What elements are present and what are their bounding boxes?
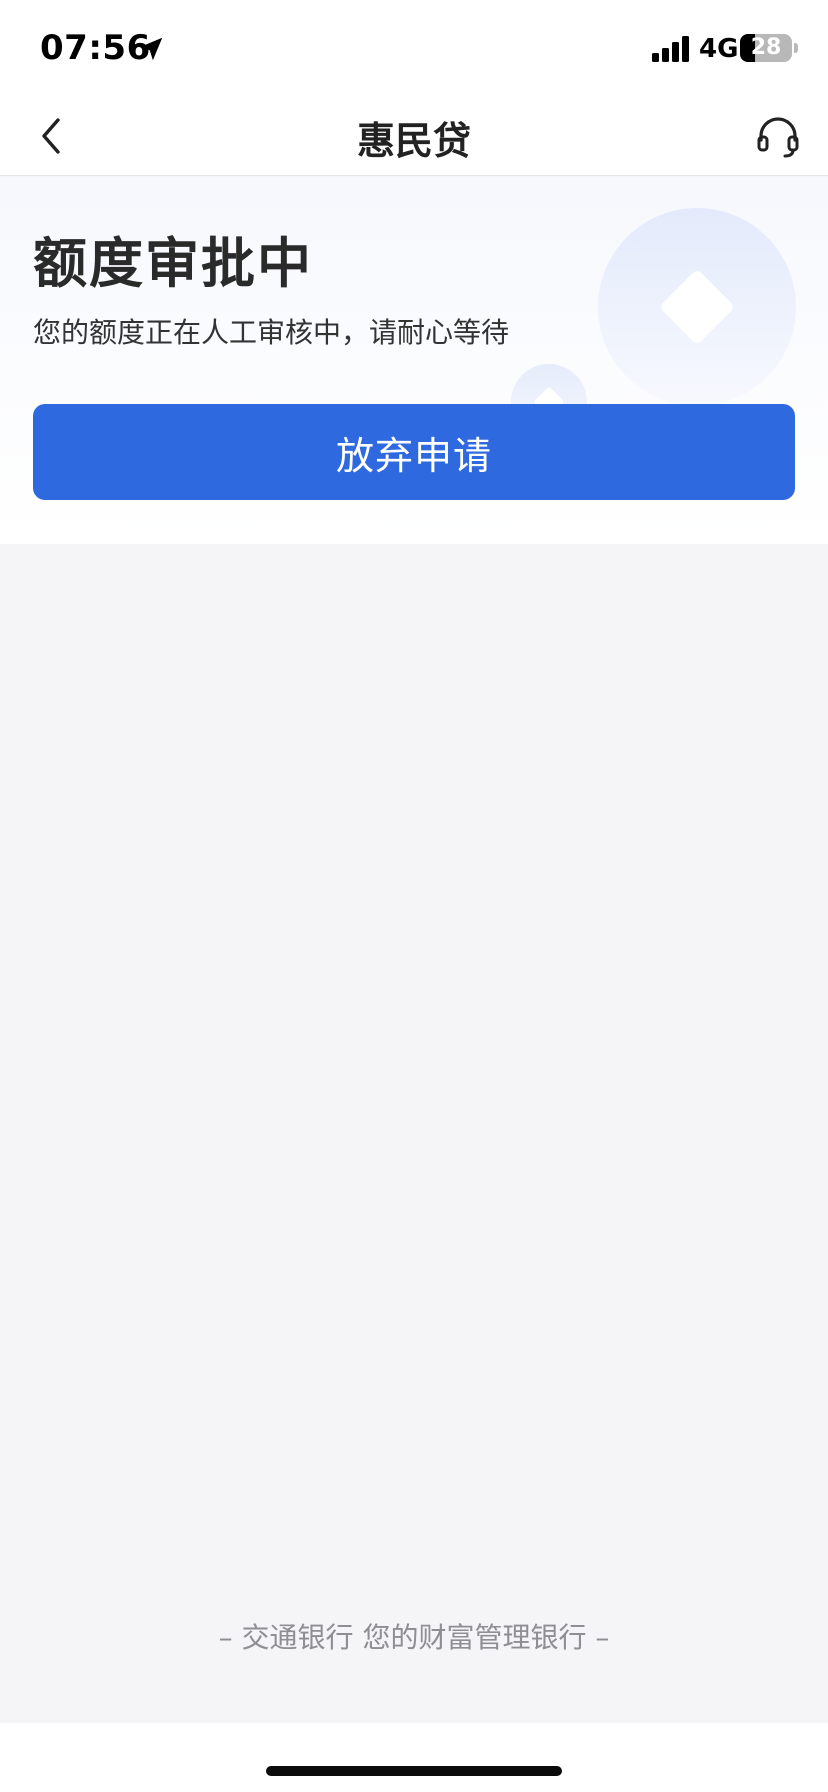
decorative-diamond-illustration — [511, 208, 796, 437]
battery-icon: 28 — [740, 34, 798, 62]
status-bar: 07:56 4G 28 — [0, 0, 828, 96]
bottom-safe-area — [0, 1723, 828, 1792]
app-screen: 07:56 4G 28 惠民贷 额度审批中 您的额度正在人工审核中，请耐心等待 … — [0, 0, 828, 1792]
cellular-signal-icon — [652, 36, 689, 62]
abandon-application-button[interactable]: 放弃申请 — [33, 404, 795, 500]
battery-percentage: 28 — [750, 35, 782, 60]
bank-slogan: – 交通银行 您的财富管理银行 – — [218, 1621, 610, 1654]
status-description: 您的额度正在人工审核中，请耐心等待 — [33, 316, 510, 349]
location-arrow-icon — [139, 37, 163, 61]
headset-icon[interactable] — [752, 110, 804, 162]
status-title: 额度审批中 — [33, 232, 313, 295]
navigation-bar: 惠民贷 — [0, 96, 828, 176]
approval-status-card: 额度审批中 您的额度正在人工审核中，请耐心等待 放弃申请 — [0, 177, 828, 544]
page-title: 惠民贷 — [356, 119, 471, 163]
home-indicator[interactable] — [266, 1766, 562, 1776]
status-time: 07:56 — [40, 28, 151, 68]
battery-nub — [794, 43, 798, 53]
network-type: 4G — [699, 34, 739, 64]
